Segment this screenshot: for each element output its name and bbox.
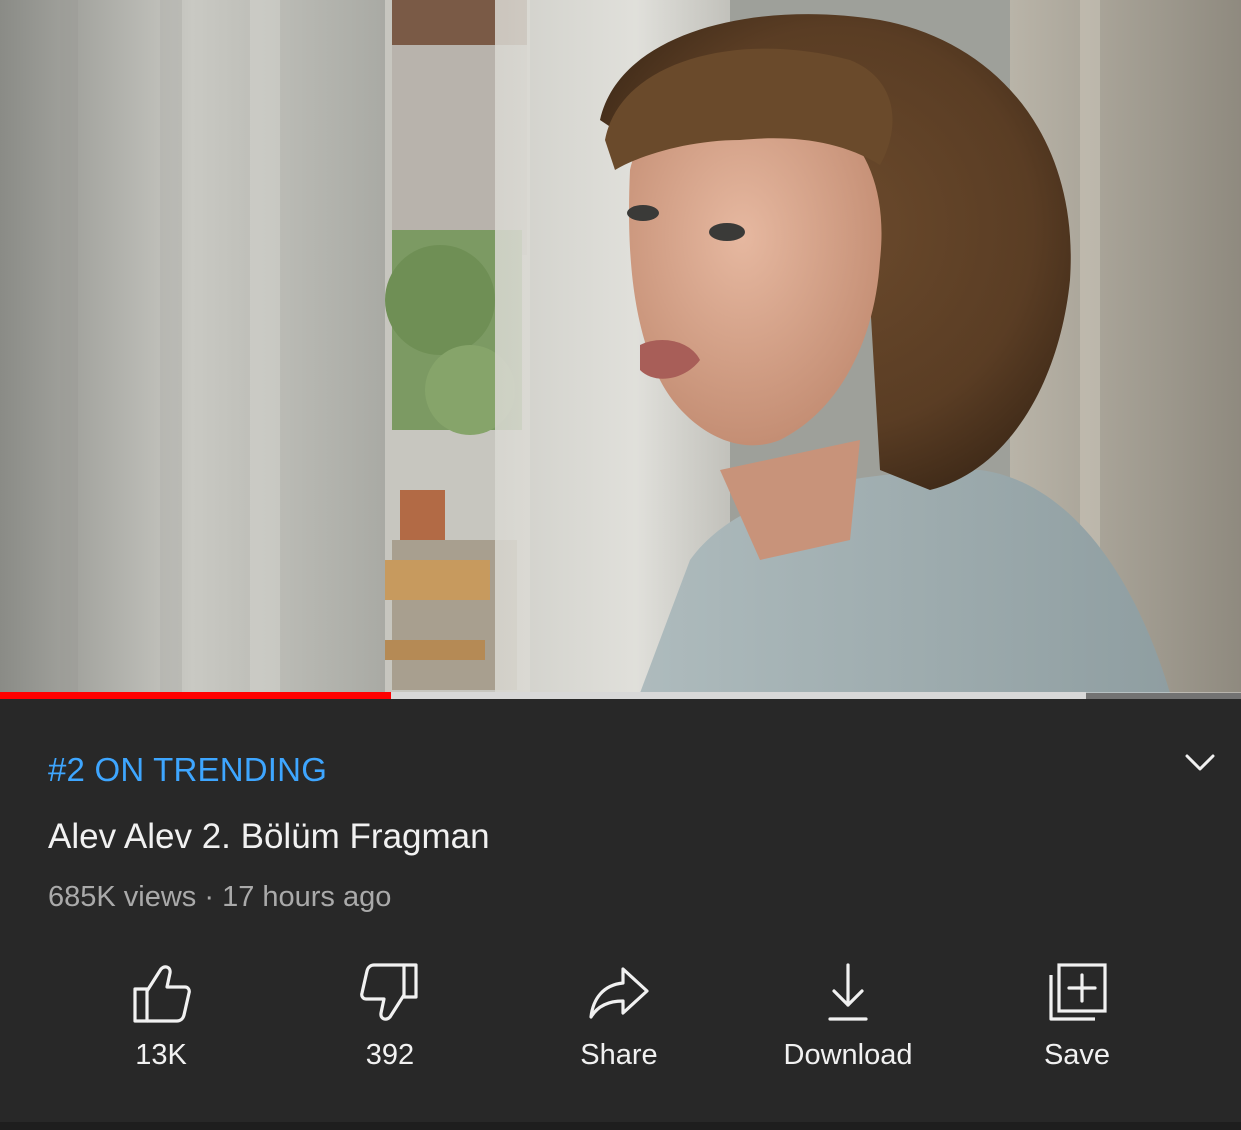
dislike-count: 392: [365, 1039, 415, 1071]
share-button[interactable]: Share: [519, 957, 719, 1087]
video-info-panel: #2 ON TRENDING Alev Alev 2. Bölüm Fragma…: [0, 699, 1241, 1130]
thumbs-up-icon: [133, 965, 191, 1023]
download-icon: [828, 963, 868, 1021]
share-arrow-icon: [589, 967, 649, 1019]
share-label: Share: [580, 1039, 658, 1071]
save-button[interactable]: Save: [977, 957, 1177, 1087]
video-player[interactable]: [0, 0, 1241, 693]
trending-badge[interactable]: #2 ON TRENDING: [48, 751, 327, 789]
download-button[interactable]: Download: [748, 957, 948, 1087]
video-meta: 685K views · 17 hours ago: [48, 881, 392, 913]
thumbs-down-icon: [360, 963, 418, 1021]
expand-description-button[interactable]: [1172, 739, 1228, 787]
video-progress-bar[interactable]: [0, 692, 1241, 699]
like-button[interactable]: 13K: [61, 957, 261, 1087]
video-title: Alev Alev 2. Bölüm Fragman: [48, 817, 490, 856]
like-count: 13K: [135, 1039, 187, 1071]
chevron-down-icon: [1185, 754, 1215, 771]
add-to-playlist-icon: [1049, 963, 1107, 1021]
dislike-button[interactable]: 392: [290, 957, 490, 1087]
download-label: Download: [783, 1039, 913, 1071]
video-frame: [0, 0, 1241, 693]
bottom-divider: [0, 1122, 1241, 1130]
action-bar: 13K 392 Share Download Save: [0, 957, 1241, 1087]
progress-played: [0, 692, 391, 699]
save-label: Save: [1043, 1039, 1111, 1071]
